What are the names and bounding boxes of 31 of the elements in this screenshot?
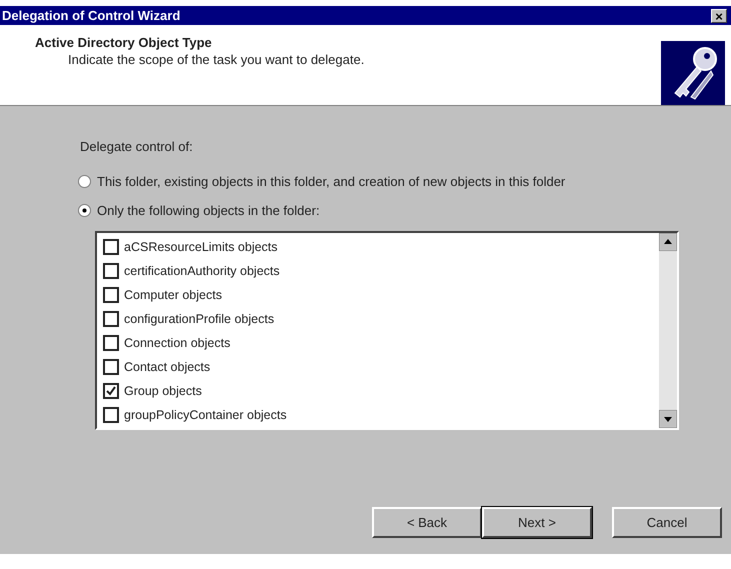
wizard-button[interactable]: Cancel xyxy=(612,507,722,538)
option-label[interactable]: Only the following objects in the folder: xyxy=(97,203,320,218)
checkbox[interactable] xyxy=(103,359,119,375)
checkbox[interactable] xyxy=(103,263,119,279)
list-item-label[interactable]: configurationProfile objects xyxy=(124,312,274,326)
wizard-button[interactable]: < Back xyxy=(372,507,482,538)
list-item-label[interactable]: Contact objects xyxy=(124,360,210,374)
radio-button[interactable] xyxy=(78,204,91,217)
list-item-label[interactable]: Group objects xyxy=(124,384,202,398)
list-item-label[interactable]: Connection objects xyxy=(124,336,230,350)
checkbox[interactable] xyxy=(103,407,119,423)
close-button[interactable]: × xyxy=(711,8,727,22)
scroll-up-icon[interactable] xyxy=(659,233,677,251)
checkbox[interactable] xyxy=(103,239,119,255)
page-subtitle: Indicate the scope of the task you want to delegate. xyxy=(67,52,364,67)
radio-button[interactable] xyxy=(78,175,91,188)
wizard-button[interactable]: Next > xyxy=(482,507,592,538)
option-label[interactable]: This folder, existing objects in this folder, and creation of new objects in this folder xyxy=(97,174,566,189)
checkbox[interactable] xyxy=(103,311,119,327)
checkbox[interactable] xyxy=(103,287,119,303)
page-title: Active Directory Object Type xyxy=(35,35,213,50)
scroll-down-icon[interactable] xyxy=(659,410,677,428)
list-item-label[interactable]: aCSResourceLimits objects xyxy=(124,240,278,254)
group-label: Delegate control of: xyxy=(80,139,194,156)
window-title: Delegation of Control Wizard xyxy=(2,8,180,23)
checkbox[interactable] xyxy=(103,335,119,351)
list-item-label[interactable]: Computer objects xyxy=(124,288,222,302)
scrollbar[interactable] xyxy=(659,233,677,428)
list-item-label[interactable]: groupPolicyContainer objects xyxy=(124,408,287,422)
checkbox[interactable] xyxy=(103,383,119,399)
list-item-label[interactable]: certificationAuthority objects xyxy=(124,264,280,278)
